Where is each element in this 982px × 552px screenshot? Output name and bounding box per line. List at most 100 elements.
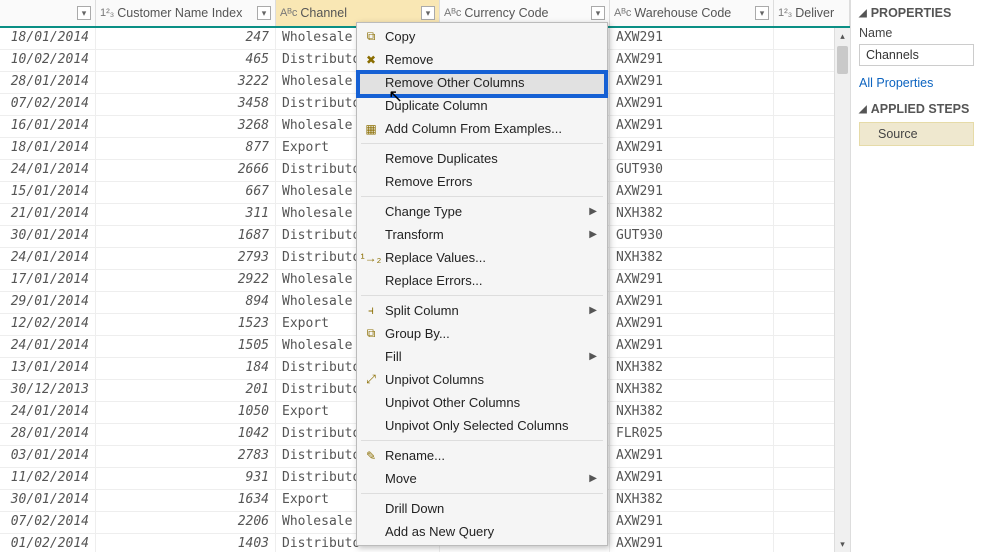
cell-wc: NXH382 (610, 402, 774, 423)
menu-replace-values[interactable]: ¹→₂ Replace Values... (357, 246, 607, 269)
menu-label: Remove Errors (385, 174, 472, 189)
cell-wc: NXH382 (610, 204, 774, 225)
cell-e: 30/01/2014 (0, 490, 96, 511)
cell-wc: FLR025 (610, 424, 774, 445)
cell-e: 21/01/2014 (0, 204, 96, 225)
column-header-customer-name-index[interactable]: 1²₃ Customer Name Index ▾ (96, 0, 276, 26)
replace-icon: ¹→₂ (363, 250, 379, 266)
cell-cni: 2793 (96, 248, 276, 269)
cell-e: 24/01/2014 (0, 160, 96, 181)
cell-e: 18/01/2014 (0, 28, 96, 49)
menu-label: Drill Down (385, 501, 444, 516)
menu-unpivot-selected-columns[interactable]: Unpivot Only Selected Columns (357, 414, 607, 437)
number-type-icon: 1²₃ (100, 7, 114, 19)
name-field-label: Name (859, 26, 974, 40)
applied-steps-section-title[interactable]: ◢ APPLIED STEPS (859, 102, 974, 116)
menu-add-column-from-examples[interactable]: ▦ Add Column From Examples... (357, 117, 607, 140)
cell-wc: AXW291 (610, 138, 774, 159)
group-icon: ⧉ (363, 326, 379, 342)
menu-label: Transform (385, 227, 444, 242)
copy-icon: ⧉ (363, 29, 379, 45)
menu-label: Remove Duplicates (385, 151, 498, 166)
cell-wc: AXW291 (610, 336, 774, 357)
scroll-down-button[interactable]: ▾ (835, 536, 850, 552)
cell-cni: 201 (96, 380, 276, 401)
split-icon: ⫞ (363, 303, 379, 319)
cell-cni: 877 (96, 138, 276, 159)
cell-wc: AXW291 (610, 314, 774, 335)
menu-add-as-new-query[interactable]: Add as New Query (357, 520, 607, 543)
cell-cni: 3222 (96, 72, 276, 93)
filter-icon[interactable]: ▾ (421, 6, 435, 20)
column-header-deliver[interactable]: 1²₃ Deliver (774, 0, 850, 26)
menu-rename[interactable]: ✎ Rename... (357, 444, 607, 467)
cell-cni: 1050 (96, 402, 276, 423)
text-type-icon: Aᴮc (614, 7, 631, 19)
menu-label: Rename... (385, 448, 445, 463)
scroll-thumb[interactable] (837, 46, 848, 74)
menu-label: Unpivot Other Columns (385, 395, 520, 410)
menu-remove-errors[interactable]: Remove Errors (357, 170, 607, 193)
menu-transform[interactable]: Transform ▶ (357, 223, 607, 246)
menu-remove[interactable]: ✖ Remove (357, 48, 607, 71)
cell-e: 03/01/2014 (0, 446, 96, 467)
column-name-deliver: Deliver (795, 6, 845, 20)
menu-label: Fill (385, 349, 402, 364)
filter-icon[interactable]: ▾ (77, 6, 91, 20)
properties-section-title[interactable]: ◢ PROPERTIES (859, 6, 974, 20)
vertical-scrollbar[interactable]: ▴ ▾ (834, 28, 850, 552)
applied-step-source[interactable]: Source (859, 122, 974, 146)
menu-move[interactable]: Move ▶ (357, 467, 607, 490)
cell-e: 12/02/2014 (0, 314, 96, 335)
cell-e: 30/01/2014 (0, 226, 96, 247)
column-header-warehouse-code[interactable]: Aᴮc Warehouse Code ▾ (610, 0, 774, 26)
cell-cni: 1403 (96, 534, 276, 552)
menu-remove-duplicates[interactable]: Remove Duplicates (357, 147, 607, 170)
cell-wc: AXW291 (610, 512, 774, 533)
cell-cni: 1634 (96, 490, 276, 511)
menu-separator (361, 295, 603, 296)
cell-e: 11/02/2014 (0, 468, 96, 489)
menu-label: Unpivot Columns (385, 372, 484, 387)
column-name-currency-code: Currency Code (464, 6, 591, 20)
scroll-up-button[interactable]: ▴ (835, 28, 850, 44)
submenu-arrow-icon: ▶ (589, 206, 597, 217)
menu-fill[interactable]: Fill ▶ (357, 345, 607, 368)
column-header-date[interactable]: ▾ (0, 0, 96, 26)
menu-copy[interactable]: ⧉ Copy (357, 25, 607, 48)
menu-duplicate-column[interactable]: Duplicate Column (357, 94, 607, 117)
submenu-arrow-icon: ▶ (589, 351, 597, 362)
applied-steps-label: APPLIED STEPS (871, 102, 970, 116)
all-properties-link[interactable]: All Properties (859, 76, 974, 90)
menu-label: Add Column From Examples... (385, 121, 562, 136)
menu-unpivot-columns[interactable]: ⤢ Unpivot Columns (357, 368, 607, 391)
cell-wc: AXW291 (610, 72, 774, 93)
cell-wc: AXW291 (610, 270, 774, 291)
cell-cni: 247 (96, 28, 276, 49)
menu-group-by[interactable]: ⧉ Group By... (357, 322, 607, 345)
cell-e: 15/01/2014 (0, 182, 96, 203)
menu-split-column[interactable]: ⫞ Split Column ▶ (357, 299, 607, 322)
filter-icon[interactable]: ▾ (755, 6, 769, 20)
cell-cni: 931 (96, 468, 276, 489)
unpivot-icon: ⤢ (363, 372, 379, 388)
menu-separator (361, 493, 603, 494)
cell-e: 07/02/2014 (0, 94, 96, 115)
menu-replace-errors[interactable]: Replace Errors... (357, 269, 607, 292)
cell-wc: AXW291 (610, 94, 774, 115)
menu-drill-down[interactable]: Drill Down (357, 497, 607, 520)
menu-remove-other-columns[interactable]: Remove Other Columns (357, 71, 607, 94)
remove-icon: ✖ (363, 52, 379, 68)
filter-icon[interactable]: ▾ (257, 6, 271, 20)
menu-unpivot-other-columns[interactable]: Unpivot Other Columns (357, 391, 607, 414)
filter-icon[interactable]: ▾ (591, 6, 605, 20)
cell-cni: 311 (96, 204, 276, 225)
query-name-input[interactable] (859, 44, 974, 66)
cell-cni: 2783 (96, 446, 276, 467)
cell-wc: AXW291 (610, 116, 774, 137)
cell-cni: 3458 (96, 94, 276, 115)
menu-change-type[interactable]: Change Type ▶ (357, 200, 607, 223)
column-name-warehouse-code: Warehouse Code (634, 6, 755, 20)
submenu-arrow-icon: ▶ (589, 305, 597, 316)
collapse-caret-icon: ◢ (859, 104, 867, 115)
